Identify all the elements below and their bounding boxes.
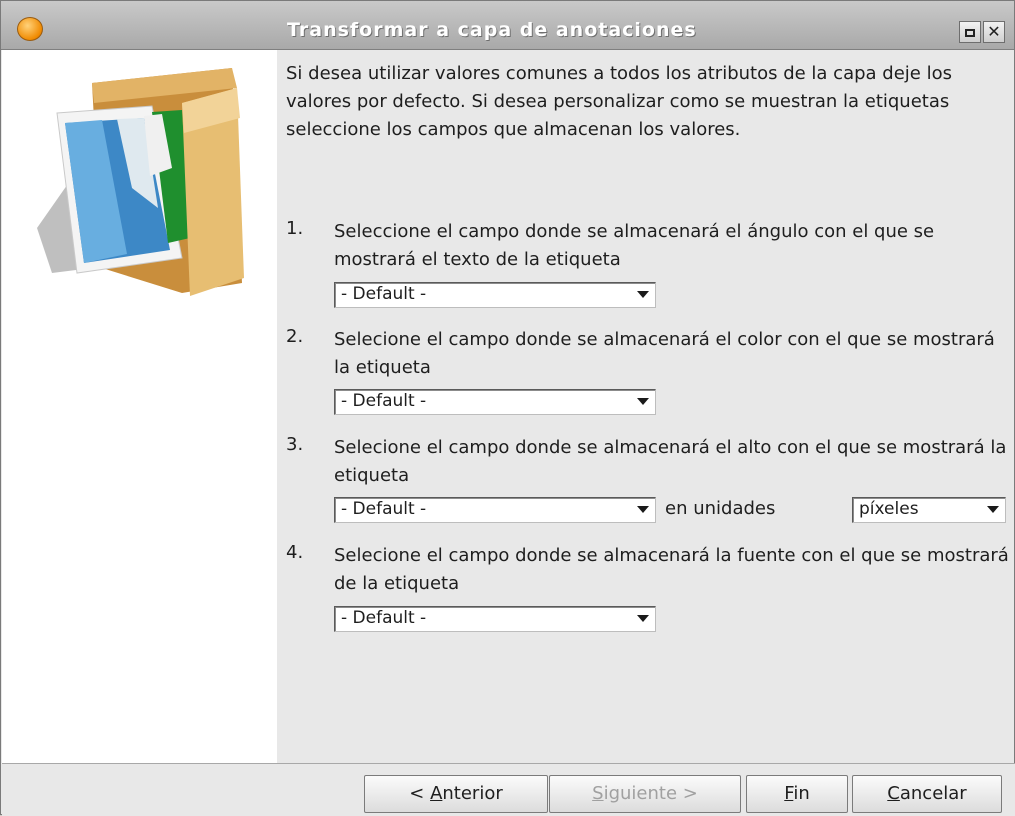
back-button-mnemonic: A <box>430 783 443 804</box>
step-1-number: 1. <box>286 218 304 239</box>
finish-button[interactable]: Fin <box>746 775 848 813</box>
font-field-select[interactable]: - Default - <box>334 606 656 632</box>
chevron-down-icon <box>637 506 649 513</box>
chevron-down-icon <box>637 398 649 405</box>
font-field-select-value: - Default - <box>341 608 427 628</box>
wizard-image-panel <box>2 50 277 763</box>
color-field-select[interactable]: - Default - <box>334 389 656 415</box>
back-button[interactable]: < Anterior <box>364 775 548 813</box>
cancel-button[interactable]: Cancelar <box>852 775 1002 813</box>
step-1-text: Seleccione el campo donde se almacenará … <box>334 221 935 270</box>
wizard-footer: < Anterior Siguiente > Fin Cancelar <box>2 763 1015 816</box>
wizard-content: Si desea utilizar valores comunes a todo… <box>278 50 1014 763</box>
back-button-label: nterior <box>442 783 503 804</box>
close-button[interactable]: ✕ <box>983 21 1005 43</box>
step-4-number: 4. <box>286 542 304 563</box>
maximize-icon <box>965 29 975 37</box>
angle-field-select[interactable]: - Default - <box>334 282 656 308</box>
step-2-text: Selecione el campo donde se almacenará e… <box>334 329 995 378</box>
cancel-button-mnemonic: C <box>887 783 900 804</box>
color-field-select-value: - Default - <box>341 391 427 411</box>
step-4-text: Selecione el campo donde se almacenará l… <box>334 545 1009 594</box>
step-3-number: 3. <box>286 434 304 455</box>
chevron-down-icon <box>987 506 999 513</box>
height-field-select-value: - Default - <box>341 499 427 519</box>
window-title: Transformar a capa de anotaciones <box>287 19 697 41</box>
next-button-mnemonic: S <box>592 783 604 804</box>
maximize-button[interactable] <box>959 21 981 43</box>
height-field-select[interactable]: - Default - <box>334 497 656 523</box>
units-select[interactable]: píxeles <box>852 497 1006 523</box>
next-button-label: iguiente > <box>603 783 698 804</box>
finish-button-label: in <box>793 783 810 804</box>
next-button[interactable]: Siguiente > <box>549 775 741 813</box>
units-select-value: píxeles <box>859 499 919 519</box>
chevron-down-icon <box>637 615 649 622</box>
step-3-text: Selecione el campo donde se almacenará e… <box>334 437 1007 486</box>
finish-button-mnemonic: F <box>784 783 794 804</box>
close-icon: ✕ <box>987 22 1001 41</box>
cancel-button-label: ancelar <box>899 783 967 804</box>
app-logo-icon <box>17 17 43 41</box>
intro-text: Si desea utilizar valores comunes a todo… <box>286 63 952 140</box>
angle-field-select-value: - Default - <box>341 284 427 304</box>
chevron-down-icon <box>637 291 649 298</box>
back-button-prefix: < <box>409 783 431 804</box>
folder-with-images-icon <box>37 68 244 296</box>
units-label: en unidades <box>665 498 776 519</box>
title-bar[interactable]: Transformar a capa de anotaciones ✕ <box>1 1 1014 50</box>
step-2-number: 2. <box>286 326 304 347</box>
dialog-window: Transformar a capa de anotaciones ✕ Si d… <box>0 0 1015 816</box>
